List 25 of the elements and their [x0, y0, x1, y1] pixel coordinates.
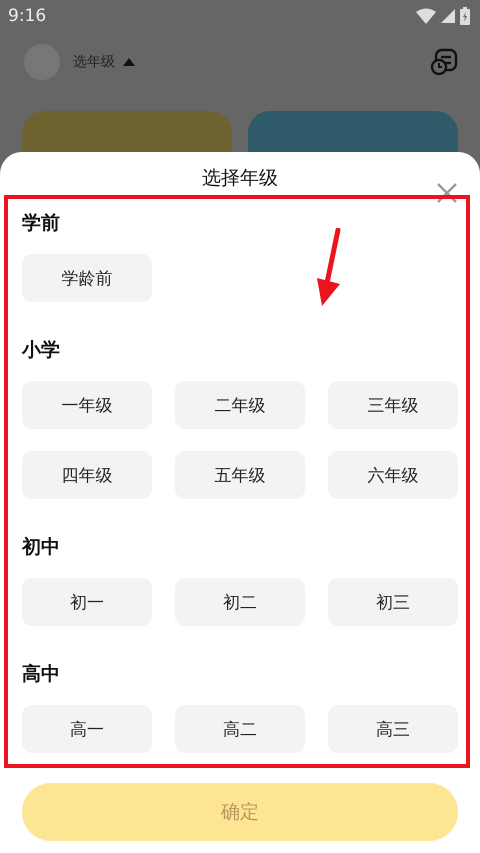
grade-option[interactable]: 初二 [175, 578, 305, 626]
caret-up-icon [123, 58, 135, 66]
history-icon[interactable] [430, 48, 458, 76]
grade-option[interactable]: 初一 [22, 578, 152, 626]
battery-icon [460, 7, 470, 25]
section-heading: 初中 [22, 535, 61, 560]
grade-option[interactable]: 学龄前 [22, 254, 152, 302]
grade-option[interactable]: 六年级 [328, 451, 458, 499]
signal-icon [441, 9, 455, 23]
grade-option[interactable]: 二年级 [175, 381, 305, 429]
grade-option[interactable]: 高三 [328, 705, 458, 753]
grade-option[interactable]: 五年级 [175, 451, 305, 499]
grade-option[interactable]: 高一 [22, 705, 152, 753]
section-heading: 学前 [22, 211, 61, 236]
grade-option[interactable]: 一年级 [22, 381, 152, 429]
grade-option[interactable]: 高二 [175, 705, 305, 753]
grade-option[interactable]: 初三 [328, 578, 458, 626]
section-heading: 小学 [22, 338, 61, 363]
sheet-title: 选择年级 [202, 166, 278, 190]
status-time: 9:16 [8, 6, 46, 26]
wifi-icon [416, 8, 436, 24]
close-icon[interactable] [436, 182, 458, 204]
grade-option[interactable]: 三年级 [328, 381, 458, 429]
grade-option[interactable]: 四年级 [22, 451, 152, 499]
section-heading: 高中 [22, 662, 61, 687]
